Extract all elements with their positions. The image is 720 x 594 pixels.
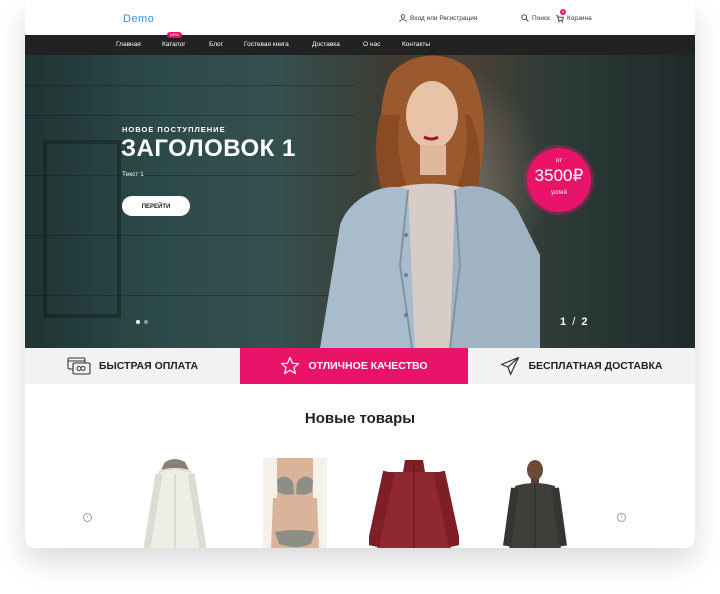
hero-text: Текст 1 [122,171,144,178]
price-note: успей [551,190,567,196]
user-icon [399,14,407,22]
products-prev-arrow[interactable]: ‹ [83,513,92,522]
hero-slider: НОВОЕ ПОСТУПЛЕНИЕ ЗАГОЛОВОК 1 Текст 1 ПЕ… [25,55,695,348]
feature-label: БЕСПЛАТНАЯ ДОСТАВКА [528,360,663,372]
pager-separator: / [572,316,576,328]
product-bikini[interactable] [263,458,327,548]
main-nav: Главная Каталог NEW Блог Гостевая книга … [25,32,695,55]
nav-item-about[interactable]: О нас [363,41,380,48]
search-icon [521,14,529,22]
hero-title: ЗАГОЛОВОК 1 [121,135,296,162]
nav-item-catalog[interactable]: Каталог [162,41,186,48]
search-link[interactable]: Поиск [521,14,550,22]
slide-pager: 1 / 2 [560,316,587,328]
product-red-fleece-jacket[interactable] [369,458,459,548]
background-window [43,140,121,318]
price-badge: от 3500₽ успей [527,148,591,212]
paper-plane-icon [501,356,520,376]
price-value: 3500₽ [534,166,584,185]
pager-total: 2 [581,316,588,328]
nav-item-delivery[interactable]: Доставка [312,41,340,48]
hero-subtitle: НОВОЕ ПОСТУПЛЕНИЕ [122,125,226,134]
cart-label: Корзина [567,15,592,22]
price-prefix: от [555,157,563,164]
nav-item-guestbook[interactable]: Гостевая книга [244,41,289,48]
star-icon [281,356,300,375]
feature-quality[interactable]: ОТЛИЧНОЕ КАЧЕСТВО [240,348,468,384]
top-bar: Demo Вход или Регистрация Поиск 0 Корзин… [25,0,695,35]
nav-item-blog[interactable]: Блог [209,41,223,48]
site-logo[interactable]: Demo [123,13,154,25]
products-next-arrow[interactable]: › [617,513,626,522]
product-white-parka[interactable] [143,458,207,548]
slider-dot-2[interactable] [144,320,148,324]
hero-model-image [320,55,540,348]
product-gray-mens-jacket[interactable] [503,458,567,548]
feature-fast-payment[interactable]: БЫСТРАЯ ОПЛАТА [25,348,240,384]
new-products-title: Новые товары [304,410,416,427]
pager-current: 1 [560,316,567,328]
login-link[interactable]: Вход или Регистрация [399,14,477,22]
feature-label: ОТЛИЧНОЕ КАЧЕСТВО [308,360,428,372]
login-label: Вход или Регистрация [410,14,478,22]
features-bar: БЫСТРАЯ ОПЛАТА ОТЛИЧНОЕ КАЧЕСТВО БЕСПЛАТ… [25,348,695,384]
card-payment-icon [67,357,91,375]
new-badge: NEW [167,32,182,38]
feature-free-delivery[interactable]: БЕСПЛАТНАЯ ДОСТАВКА [468,348,695,384]
cart-count-badge: 0 [560,9,566,15]
browser-frame: Demo Вход или Регистрация Поиск 0 Корзин… [25,0,695,548]
search-label: Поиск [532,14,551,22]
nav-item-contacts[interactable]: Контакты [402,41,430,48]
nav-item-home[interactable]: Главная [116,41,141,48]
hero-go-button[interactable]: ПЕРЕЙТИ [122,196,190,216]
slider-dot-1[interactable] [136,320,140,324]
cart-icon: 0 [555,9,566,23]
feature-label: БЫСТРАЯ ОПЛАТА [98,360,199,372]
cart-link[interactable]: 0 Корзина [555,9,592,23]
